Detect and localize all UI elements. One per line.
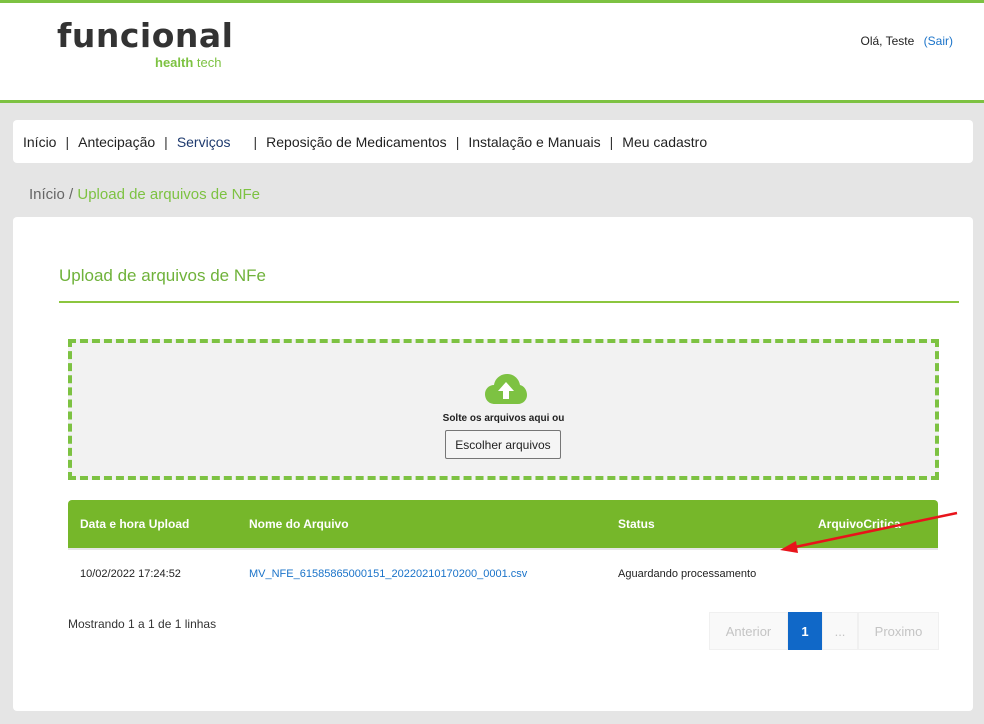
logo-wordmark: funcional — [57, 16, 234, 55]
column-header-date[interactable]: Data e hora Upload — [80, 517, 189, 531]
nav-item-instalacao[interactable]: Instalação e Manuais — [468, 134, 600, 150]
pagination-next[interactable]: Proximo — [858, 612, 939, 650]
logout-link[interactable]: (Sair) — [924, 34, 953, 48]
cloud-upload-icon — [485, 374, 527, 404]
pagination-ellipsis: ... — [822, 612, 858, 650]
breadcrumb: Início / Upload de arquivos de NFe — [29, 186, 260, 203]
title-divider — [59, 301, 959, 303]
logo-tagline-rest: tech — [193, 55, 222, 70]
main-nav: Início | Antecipação | Serviços | Reposi… — [13, 120, 973, 163]
cell-status: Aguardando processamento — [618, 568, 757, 580]
pagination-page-current[interactable]: 1 — [788, 612, 822, 650]
table-row: 10/02/2022 17:24:52 MV_NFE_6158586500015… — [68, 548, 938, 598]
nav-item-inicio[interactable]: Início — [23, 134, 56, 150]
nav-separator: | — [455, 133, 460, 150]
breadcrumb-current: Upload de arquivos de NFe — [77, 186, 260, 203]
breadcrumb-home[interactable]: Início — [29, 186, 65, 203]
pagination-previous[interactable]: Anterior — [709, 612, 788, 650]
column-header-file[interactable]: Nome do Arquivo — [249, 517, 349, 531]
page-title: Upload de arquivos de NFe — [59, 266, 266, 285]
nav-item-antecipacao[interactable]: Antecipação — [78, 134, 155, 150]
cell-upload-date: 10/02/2022 17:24:52 — [80, 568, 181, 580]
column-header-critica[interactable]: ArquivoCritica — [818, 517, 901, 531]
uploads-table: Data e hora Upload Nome do Arquivo Statu… — [68, 500, 938, 598]
user-area: Olá, Teste (Sair) — [861, 34, 954, 48]
funcional-logo[interactable]: funcional health tech — [57, 16, 234, 71]
top-header: funcional health tech Olá, Teste (Sair) — [0, 0, 984, 103]
nav-item-meu-cadastro[interactable]: Meu cadastro — [622, 134, 707, 150]
upload-card: Upload de arquivos de NFe Solte os arqui… — [13, 217, 973, 711]
logo-tagline-bold: health — [155, 55, 194, 70]
breadcrumb-separator: / — [64, 186, 78, 203]
rows-summary: Mostrando 1 a 1 de 1 linhas — [68, 617, 217, 631]
file-dropzone[interactable]: Solte os arquivos aqui ou Escolher arqui… — [68, 339, 939, 480]
nav-item-servicos[interactable]: Serviços — [177, 134, 231, 150]
dropzone-text: Solte os arquivos aqui ou — [442, 413, 565, 424]
nav-separator: | — [609, 133, 614, 150]
nav-separator: | — [65, 133, 70, 150]
nav-separator: | — [253, 133, 258, 150]
nav-item-reposicao[interactable]: Reposição de Medicamentos — [266, 134, 447, 150]
choose-files-button[interactable]: Escolher arquivos — [445, 430, 561, 459]
pagination: Anterior 1 ... Proximo — [709, 612, 939, 650]
nav-separator: | — [164, 133, 168, 150]
user-greeting: Olá, Teste — [860, 34, 915, 48]
logo-tagline: health tech — [155, 55, 221, 70]
column-header-status[interactable]: Status — [618, 517, 655, 531]
cell-file-link[interactable]: MV_NFE_61585865000151_20220210170200_000… — [249, 568, 527, 580]
table-header: Data e hora Upload Nome do Arquivo Statu… — [68, 500, 938, 548]
